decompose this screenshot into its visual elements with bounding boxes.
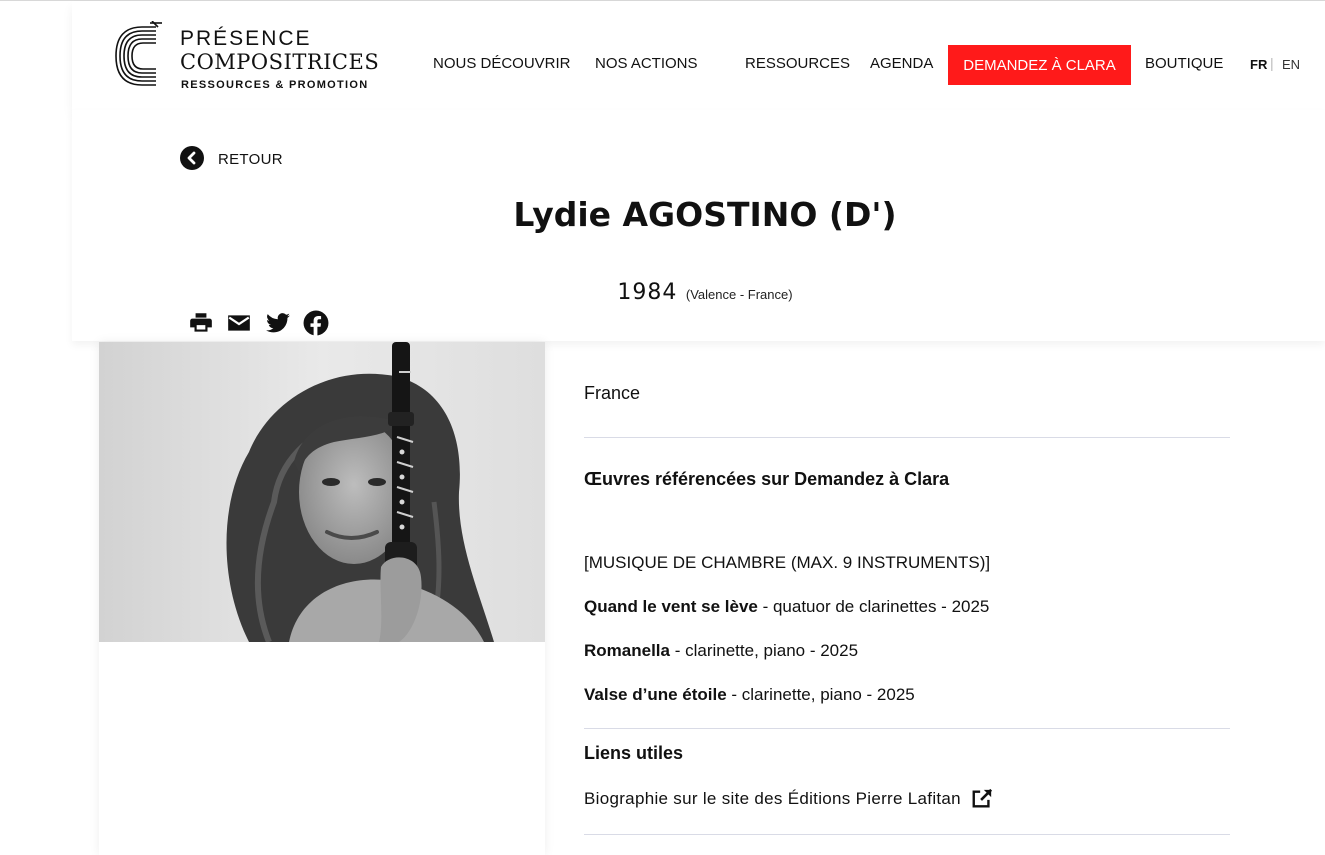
birth-info: 1984 (Valence - France) [0,280,1325,305]
work-title: Quand le vent se lève [584,597,758,616]
external-link-biographie[interactable]: Biographie sur le site des Éditions Pier… [584,788,993,810]
links-section-title: Liens utiles [584,743,684,763]
nav-cta-demandez-a-clara[interactable]: DEMANDEZ À CLARA [948,45,1131,85]
site-header: PRÉSENCE COMPOSITRICES RESSOURCES & PROM… [72,1,1325,110]
work-details: - quatuor de clarinettes - 2025 [757,597,990,616]
link-label: Biographie sur le site des Éditions Pier… [584,789,961,808]
divider [584,834,1230,835]
logo-line-1: PRÉSENCE [180,27,312,50]
divider [584,728,1230,729]
work-item[interactable]: Quand le vent se lève - quatuor de clari… [584,597,989,617]
lang-separator: | [1270,55,1274,71]
print-icon[interactable] [188,310,214,336]
work-title: Valse d’une étoile [584,685,727,704]
work-item[interactable]: Romanella - clarinette, piano - 2025 [584,641,858,661]
nav-item-agenda[interactable]: AGENDA [870,55,933,72]
logo-line-2: COMPOSITRICES [180,50,380,74]
work-item[interactable]: Valse d’une étoile - clarinette, piano -… [584,685,915,705]
back-label: RETOUR [218,151,283,168]
email-icon[interactable] [226,310,252,336]
nav-item-nos-actions[interactable]: NOS ACTIONS [595,55,698,72]
composer-name: Lydie AGOSTINO (D') [513,195,897,234]
chevron-left-circle-icon [180,146,204,170]
logo-tagline: RESSOURCES & PROMOTION [181,79,369,91]
lang-fr-link[interactable]: FR [1250,57,1267,72]
birth-place: (Valence - France) [685,287,793,302]
twitter-icon[interactable] [265,310,291,336]
nav-item-boutique[interactable]: BOUTIQUE [1145,55,1223,72]
nav-item-ressources[interactable]: RESSOURCES [745,55,850,72]
lang-en-link[interactable]: EN [1282,57,1300,72]
birth-year: 1984 [617,280,678,305]
composer-details: France Œuvres référencées sur Demandez à… [584,342,1230,855]
composer-photo [99,342,545,642]
divider [584,437,1230,438]
nav-item-nous-decouvrir[interactable]: NOUS DÉCOUVRIR [433,55,571,72]
composer-country: France [584,383,641,403]
photo-card [99,342,545,855]
work-details: - clarinette, piano - 2025 [669,641,859,660]
works-category: [MUSIQUE DE CHAMBRE (MAX. 9 INSTRUMENTS)… [584,553,991,572]
work-details: - clarinette, piano - 2025 [726,685,915,704]
facebook-icon[interactable] [303,310,329,336]
external-link-icon [972,788,992,808]
work-title: Romanella [584,641,670,660]
works-section-title: Œuvres référencées sur Demandez à Clara [584,469,950,489]
logo-mark-icon [115,21,162,86]
